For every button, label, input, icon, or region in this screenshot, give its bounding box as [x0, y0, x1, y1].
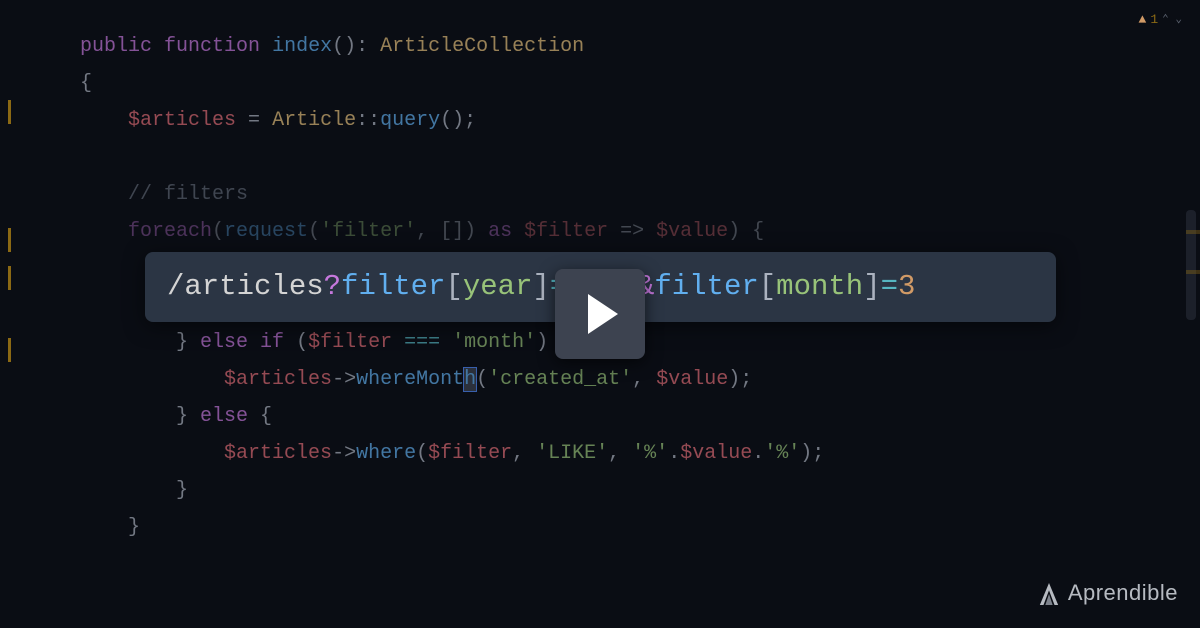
- code-line: } else {: [80, 398, 1200, 435]
- code-line: }: [80, 472, 1200, 509]
- code-line: $articles->whereMonth('created_at', $val…: [80, 361, 1200, 398]
- code-line: $articles->where($filter, 'LIKE', '%'.$v…: [80, 435, 1200, 472]
- code-line: // filters: [80, 176, 1200, 213]
- watermark-text: Aprendible: [1068, 573, 1178, 614]
- play-icon: [588, 294, 618, 334]
- text-cursor: h: [464, 368, 476, 391]
- code-line: $articles = Article::query();: [80, 102, 1200, 139]
- code-line: foreach(request('filter', []) as $filter…: [80, 213, 1200, 250]
- code-line: [80, 139, 1200, 176]
- url-path: /articles: [167, 260, 324, 314]
- play-button[interactable]: [555, 269, 645, 359]
- code-line: {: [80, 65, 1200, 102]
- logo-icon: [1038, 581, 1060, 607]
- code-line: public function index(): ArticleCollecti…: [80, 28, 1200, 65]
- watermark: Aprendible: [1038, 573, 1178, 614]
- code-line: }: [80, 509, 1200, 546]
